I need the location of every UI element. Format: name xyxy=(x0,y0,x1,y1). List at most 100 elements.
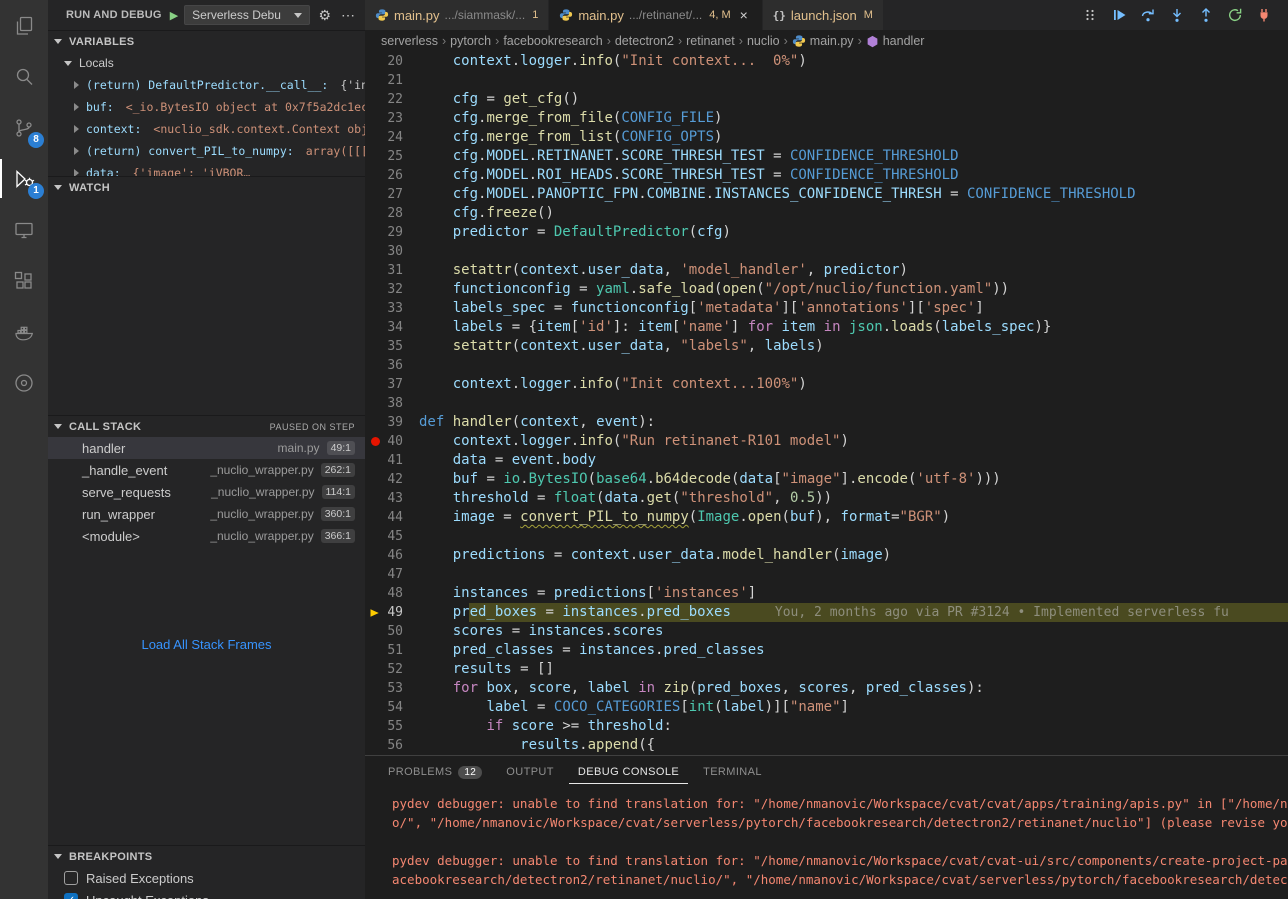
breakpoint-margin[interactable] xyxy=(365,223,385,242)
code-line[interactable]: 23 cfg.merge_from_file(CONFIG_FILE) xyxy=(365,109,1288,128)
breakpoint-margin[interactable] xyxy=(365,508,385,527)
breadcrumb-item[interactable]: facebookresearch xyxy=(503,34,602,48)
line-number[interactable]: 51 xyxy=(385,641,419,660)
code-line[interactable]: 28 cfg.freeze() xyxy=(365,204,1288,223)
disconnect-button[interactable] xyxy=(1256,7,1272,23)
line-number[interactable]: 39 xyxy=(385,413,419,432)
breakpoint-margin[interactable] xyxy=(365,413,385,432)
line-number[interactable]: 41 xyxy=(385,451,419,470)
breakpoint-margin[interactable] xyxy=(365,736,385,755)
line-number[interactable]: 38 xyxy=(385,394,419,413)
breakpoint-margin[interactable] xyxy=(365,337,385,356)
editor-tab[interactable]: main.py.../retinanet/...4, M× xyxy=(549,0,762,30)
breakpoint-margin[interactable] xyxy=(365,375,385,394)
step-out-button[interactable] xyxy=(1198,7,1214,23)
code-line[interactable]: 26 cfg.MODEL.ROI_HEADS.SCORE_THRESH_TEST… xyxy=(365,166,1288,185)
line-number[interactable]: 23 xyxy=(385,109,419,128)
line-number[interactable]: 44 xyxy=(385,508,419,527)
panel-tab[interactable]: DEBUG CONSOLE xyxy=(569,759,688,784)
breakpoint-checkbox[interactable] xyxy=(64,871,78,885)
line-number[interactable]: 34 xyxy=(385,318,419,337)
code-line[interactable]: 25 cfg.MODEL.RETINANET.SCORE_THRESH_TEST… xyxy=(365,147,1288,166)
breakpoint-margin[interactable] xyxy=(365,641,385,660)
code-line[interactable]: 35 setattr(context.user_data, "labels", … xyxy=(365,337,1288,356)
breadcrumb-item[interactable]: serverless xyxy=(381,34,438,48)
breakpoint-margin[interactable] xyxy=(365,280,385,299)
restart-button[interactable] xyxy=(1227,7,1243,23)
breakpoint-margin[interactable] xyxy=(365,242,385,261)
expand-chevron-icon[interactable] xyxy=(74,81,79,89)
launch-config-dropdown[interactable]: Serverless Debu xyxy=(184,5,310,25)
debug-console-output[interactable]: pydev debugger: unable to find translati… xyxy=(365,787,1288,899)
code-line[interactable]: 27 cfg.MODEL.PANOPTIC_FPN.COMBINE.INSTAN… xyxy=(365,185,1288,204)
breakpoint-margin[interactable] xyxy=(365,394,385,413)
breakpoint-margin[interactable] xyxy=(365,71,385,90)
line-number[interactable]: 37 xyxy=(385,375,419,394)
breadcrumb-item[interactable]: nuclio xyxy=(747,34,780,48)
breakpoint-margin[interactable] xyxy=(365,527,385,546)
breakpoint-dot-icon[interactable] xyxy=(371,437,380,446)
expand-chevron-icon[interactable] xyxy=(74,169,79,176)
more-actions-icon[interactable]: ⋯ xyxy=(339,8,357,22)
breakpoint-margin[interactable] xyxy=(365,356,385,375)
breakpoint-margin[interactable] xyxy=(365,147,385,166)
code-line[interactable]: 39def handler(context, event): xyxy=(365,413,1288,432)
step-into-button[interactable] xyxy=(1169,7,1185,23)
code-line[interactable]: 42 buf = io.BytesIO(base64.b64decode(dat… xyxy=(365,470,1288,489)
line-number[interactable]: 56 xyxy=(385,736,419,755)
code-line[interactable]: 51 pred_classes = instances.pred_classes xyxy=(365,641,1288,660)
call-stack-header[interactable]: CALL STACK PAUSED ON STEP xyxy=(48,415,365,437)
code-line[interactable]: 40 context.logger.info("Run retinanet-R1… xyxy=(365,432,1288,451)
breakpoint-margin[interactable] xyxy=(365,128,385,147)
variable-item[interactable]: (return) convert_PIL_to_numpy:array([[[ … xyxy=(48,140,365,162)
panel-tab[interactable]: PROBLEMS12 xyxy=(379,759,491,785)
breakpoint-margin[interactable] xyxy=(365,717,385,736)
load-all-stack-frames-link[interactable]: Load All Stack Frames xyxy=(48,631,365,652)
breakpoint-margin[interactable] xyxy=(365,451,385,470)
code-line[interactable]: 49 pred_boxes = instances.pred_boxesYou,… xyxy=(365,603,1288,622)
expand-chevron-icon[interactable] xyxy=(74,125,79,133)
activity-custom-extension[interactable] xyxy=(0,357,48,408)
activity-extensions[interactable] xyxy=(0,255,48,306)
line-number[interactable]: 25 xyxy=(385,147,419,166)
breakpoint-margin[interactable] xyxy=(365,546,385,565)
code-line[interactable]: 41 data = event.body xyxy=(365,451,1288,470)
breakpoint-margin[interactable] xyxy=(365,185,385,204)
line-number[interactable]: 36 xyxy=(385,356,419,375)
breakpoint-margin[interactable] xyxy=(365,90,385,109)
breakpoint-checkbox[interactable]: ✓ xyxy=(64,893,78,899)
line-number[interactable]: 26 xyxy=(385,166,419,185)
breadcrumb-item[interactable]: detectron2 xyxy=(615,34,674,48)
stack-frame[interactable]: _handle_event_nuclio_wrapper.py262:1 xyxy=(48,459,365,481)
code-line[interactable]: 48 instances = predictions['instances'] xyxy=(365,584,1288,603)
editor-tab[interactable]: main.py.../siammask/...1 xyxy=(365,0,549,30)
stack-frame[interactable]: <module>_nuclio_wrapper.py366:1 xyxy=(48,525,365,547)
activity-source-control[interactable]: 8 xyxy=(0,102,48,153)
line-number[interactable]: 20 xyxy=(385,52,419,71)
line-number[interactable]: 46 xyxy=(385,546,419,565)
code-line[interactable]: 21 xyxy=(365,71,1288,90)
code-line[interactable]: 53 for box, score, label in zip(pred_box… xyxy=(365,679,1288,698)
code-line[interactable]: 30 xyxy=(365,242,1288,261)
variable-item[interactable]: data:{'image': 'iVBOR… xyxy=(48,162,365,176)
code-line[interactable]: 33 labels_spec = functionconfig['metadat… xyxy=(365,299,1288,318)
line-number[interactable]: 32 xyxy=(385,280,419,299)
breakpoint-margin[interactable] xyxy=(365,565,385,584)
code-line[interactable]: 24 cfg.merge_from_list(CONFIG_OPTS) xyxy=(365,128,1288,147)
breakpoint-margin[interactable] xyxy=(365,299,385,318)
activity-docker[interactable] xyxy=(0,306,48,357)
line-number[interactable]: 22 xyxy=(385,90,419,109)
breakpoint-item[interactable]: Raised Exceptions xyxy=(48,867,365,889)
breakpoint-margin[interactable] xyxy=(365,622,385,641)
code-line[interactable]: 36 xyxy=(365,356,1288,375)
variable-item[interactable]: (return) DefaultPredictor.__call__:{'ins… xyxy=(48,74,365,96)
line-number[interactable]: 45 xyxy=(385,527,419,546)
code-line[interactable]: 45 xyxy=(365,527,1288,546)
variable-item[interactable]: context:<nuclio_sdk.context.Context obje… xyxy=(48,118,365,140)
breakpoint-margin[interactable] xyxy=(365,52,385,71)
code-line[interactable]: 44 image = convert_PIL_to_numpy(Image.op… xyxy=(365,508,1288,527)
code-line[interactable]: 46 predictions = context.user_data.model… xyxy=(365,546,1288,565)
code-line[interactable]: 22 cfg = get_cfg() xyxy=(365,90,1288,109)
line-number[interactable]: 49 xyxy=(385,603,419,622)
breadcrumb-item[interactable]: main.py xyxy=(792,34,854,48)
